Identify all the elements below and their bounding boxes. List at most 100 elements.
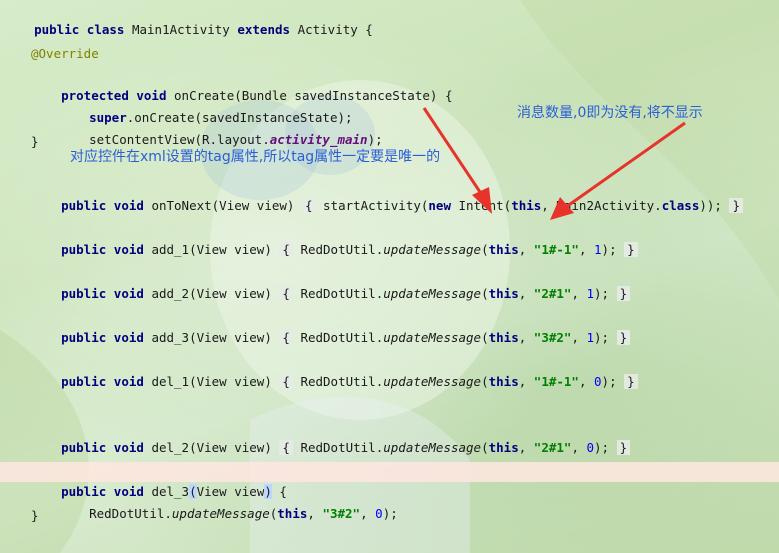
statement: , Main2Activity.: [541, 198, 662, 213]
keyword: public: [61, 242, 107, 257]
keyword: this: [488, 374, 519, 389]
keyword: this: [488, 330, 519, 345]
fold-region[interactable]: {: [279, 440, 293, 455]
statement: );: [594, 286, 610, 301]
code-line-setcontentview: setContentView(R.layout.activity_main);: [59, 110, 383, 147]
parent-class: Activity {: [297, 22, 373, 37]
method-call: updateMessage: [383, 374, 482, 389]
layout-field: activity_main: [269, 132, 368, 147]
code-editor[interactable]: public class Main1Activity extends Activ…: [0, 0, 779, 553]
code-line-override: @Override: [31, 46, 99, 61]
method-call: updateMessage: [383, 242, 482, 257]
statement: RedDotUtil.: [300, 242, 384, 257]
code-line-del-3-current[interactable]: public void del_3(View view) {: [0, 462, 779, 499]
code-line-add-2: public void add_2(View view) { RedDotUti…: [31, 264, 631, 301]
count-number: 0: [375, 506, 383, 521]
fold-region[interactable]: {: [279, 286, 293, 301]
keyword: new: [428, 198, 451, 213]
method-signature: del_1(View view): [151, 374, 272, 389]
class-name: Main1Activity: [131, 22, 230, 37]
tag-string: "3#2": [533, 330, 572, 345]
comma: ,: [518, 286, 527, 301]
keyword: this: [277, 506, 308, 521]
statement: RedDotUtil.: [89, 506, 172, 521]
statement: RedDotUtil.: [300, 440, 384, 455]
statement: ));: [699, 198, 722, 213]
code-line-close-brace: }: [31, 134, 39, 149]
fold-region[interactable]: {: [279, 374, 293, 389]
method-signature: add_3(View view): [151, 330, 272, 345]
keyword: this: [488, 440, 519, 455]
keyword: public: [61, 198, 107, 213]
annotation-count-note: 消息数量,0即为没有,将不显示: [517, 105, 703, 121]
keyword: void: [113, 440, 144, 455]
keyword: void: [113, 286, 144, 301]
statement: Intent(: [458, 198, 512, 213]
comma: ,: [518, 374, 527, 389]
paren: (: [481, 374, 489, 389]
comma: ,: [360, 506, 368, 521]
code-line-oncreate: protected void onCreate(Bundle savedInst…: [31, 66, 452, 103]
keyword: void: [113, 330, 144, 345]
comma: ,: [571, 440, 579, 455]
statement: startActivity(: [323, 198, 429, 213]
statement: );: [601, 242, 617, 257]
statement: RedDotUtil.: [300, 330, 384, 345]
code-line-add-1: public void add_1(View view) { RedDotUti…: [31, 220, 638, 257]
statement: setContentView(R.layout.: [89, 132, 270, 147]
statement: );: [382, 506, 398, 521]
keyword: this: [511, 198, 542, 213]
comma: ,: [518, 440, 527, 455]
comma: ,: [571, 330, 579, 345]
comma: ,: [518, 330, 527, 345]
code-line-del-2: public void del_2(View view) { RedDotUti…: [31, 418, 631, 455]
method-signature: del_2(View view): [151, 440, 272, 455]
fold-region[interactable]: }: [616, 330, 631, 345]
fold-region[interactable]: }: [624, 374, 638, 389]
keyword: void: [113, 374, 144, 389]
fold-region[interactable]: }: [616, 286, 631, 301]
annotation-tag-note: 对应控件在xml设置的tag属性,所以tag属性一定要是唯一的: [70, 149, 441, 165]
code-line-del-1: public void del_1(View view) { RedDotUti…: [31, 352, 638, 389]
keyword: public: [61, 374, 107, 389]
statement: );: [367, 132, 383, 147]
keyword: class: [86, 22, 125, 37]
keyword: extends: [237, 22, 291, 37]
method-signature: onToNext(View view): [151, 198, 295, 213]
statement: );: [594, 440, 610, 455]
comma: ,: [518, 242, 527, 257]
keyword: void: [113, 242, 144, 257]
fold-region[interactable]: {: [279, 330, 293, 345]
fold-region[interactable]: }: [729, 198, 743, 213]
code-line-class-declaration: public class Main1Activity extends Activ…: [4, 0, 373, 37]
fold-region[interactable]: {: [279, 242, 293, 257]
tag-string: "2#1": [533, 286, 572, 301]
paren: (: [481, 330, 489, 345]
method-signature: add_2(View view): [151, 286, 272, 301]
comma: ,: [578, 242, 587, 257]
count-number: 1: [594, 242, 602, 257]
code-line-close-brace-final: }: [31, 508, 39, 523]
comma: ,: [571, 286, 579, 301]
comma: ,: [307, 506, 315, 521]
keyword: this: [488, 242, 519, 257]
count-number: 1: [586, 286, 595, 301]
fold-region[interactable]: }: [616, 440, 631, 455]
method-call: updateMessage: [383, 440, 482, 455]
count-number: 0: [594, 374, 602, 389]
fold-region[interactable]: {: [301, 198, 316, 213]
comma: ,: [578, 374, 587, 389]
tag-string: "1#-1": [533, 374, 579, 389]
paren: (: [481, 286, 489, 301]
count-number: 0: [586, 440, 595, 455]
code-line-add-3: public void add_3(View view) { RedDotUti…: [31, 308, 631, 345]
keyword: public: [61, 330, 107, 345]
keyword: public: [61, 440, 107, 455]
tag-string: "3#2": [322, 506, 361, 521]
keyword: void: [113, 198, 144, 213]
method-signature: add_1(View view): [151, 242, 272, 257]
code-line-del-3-body: RedDotUtil.updateMessage(this, "3#2", 0)…: [59, 484, 398, 521]
code-line-ontonext: public void onToNext(View view) { startA…: [31, 176, 743, 213]
fold-region[interactable]: }: [624, 242, 638, 257]
method-call: updateMessage: [171, 506, 270, 521]
